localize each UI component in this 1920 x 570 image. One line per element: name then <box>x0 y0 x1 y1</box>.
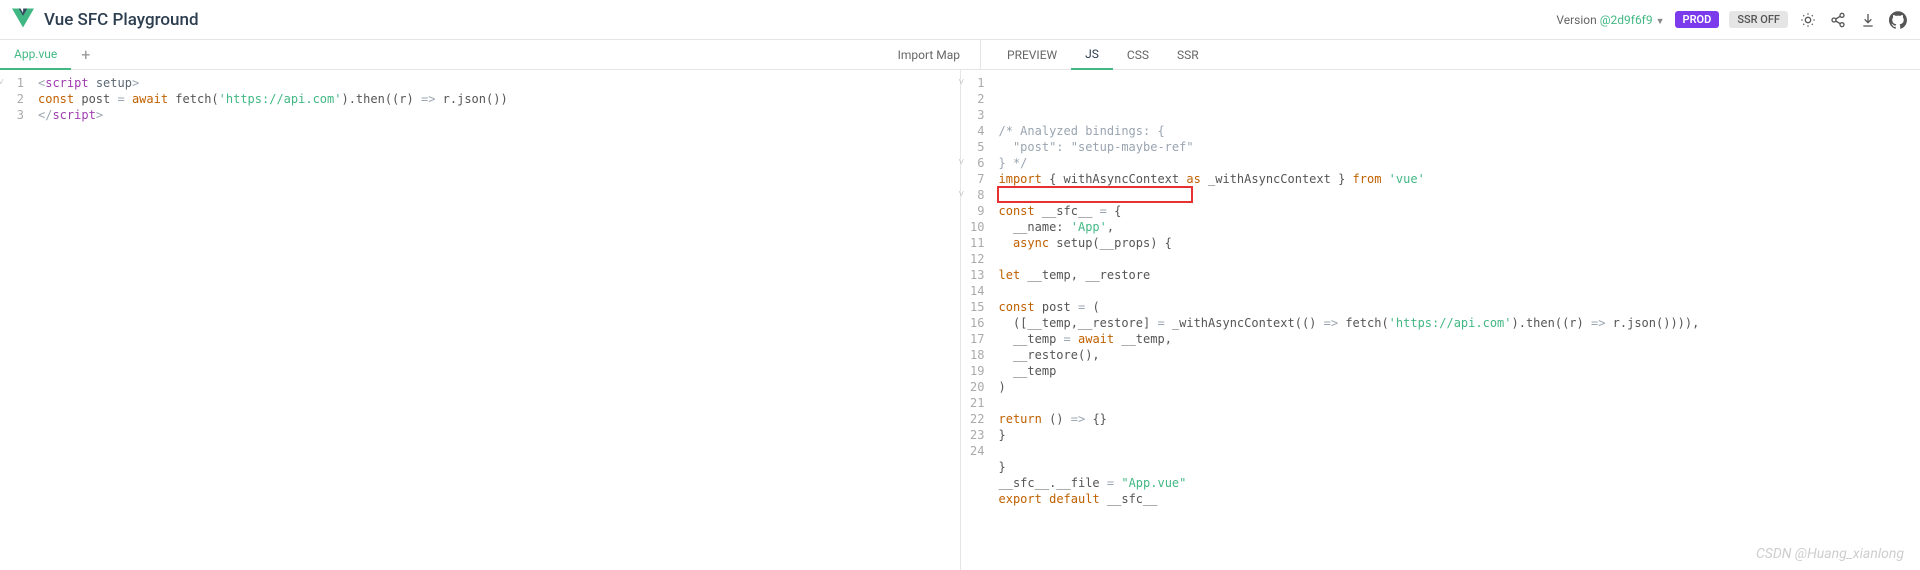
app-title: Vue SFC Playground <box>44 10 199 30</box>
tab-preview[interactable]: PREVIEW <box>993 40 1071 70</box>
tab-js[interactable]: JS <box>1071 40 1113 70</box>
share-icon[interactable] <box>1828 10 1848 30</box>
line-gutter: 123 <box>0 70 30 570</box>
header-bar: Vue SFC Playground Version @2d9f6f9 ▼ PR… <box>0 0 1920 40</box>
tab-css[interactable]: CSS <box>1113 40 1163 70</box>
source-editor[interactable]: 123 <script setup>const post = await fet… <box>0 70 960 570</box>
logo-area: Vue SFC Playground <box>12 7 199 33</box>
file-tabs: App.vue + Import Map <box>0 40 980 69</box>
ssr-toggle[interactable]: SSR OFF <box>1729 11 1788 28</box>
version-selector[interactable]: Version @2d9f6f9 ▼ <box>1556 13 1664 27</box>
file-tab-app[interactable]: App.vue <box>0 40 71 70</box>
github-icon[interactable] <box>1888 10 1908 30</box>
chevron-down-icon: ▼ <box>1656 17 1665 27</box>
output-editor[interactable]: 123456789101112131415161718192021222324 … <box>960 70 1920 570</box>
main-split: 123 <script setup>const post = await fet… <box>0 70 1920 570</box>
line-gutter: 123456789101112131415161718192021222324 <box>961 70 991 570</box>
source-code[interactable]: <script setup>const post = await fetch('… <box>30 70 960 570</box>
tabs-row: App.vue + Import Map PREVIEW JS CSS SSR <box>0 40 1920 70</box>
prod-toggle[interactable]: PROD <box>1675 11 1720 28</box>
add-file-button[interactable]: + <box>71 45 100 64</box>
tab-ssr[interactable]: SSR <box>1163 40 1213 70</box>
header-right: Version @2d9f6f9 ▼ PROD SSR OFF <box>1556 10 1908 30</box>
output-tabs: PREVIEW JS CSS SSR <box>980 40 1213 69</box>
download-icon[interactable] <box>1858 10 1878 30</box>
watermark: CSDN @Huang_xianlong <box>1756 546 1904 562</box>
vue-logo-icon <box>12 7 34 33</box>
import-map-tab[interactable]: Import Map <box>878 48 980 62</box>
output-code: /* Analyzed bindings: { "post": "setup-m… <box>991 70 1920 570</box>
theme-icon[interactable] <box>1798 10 1818 30</box>
